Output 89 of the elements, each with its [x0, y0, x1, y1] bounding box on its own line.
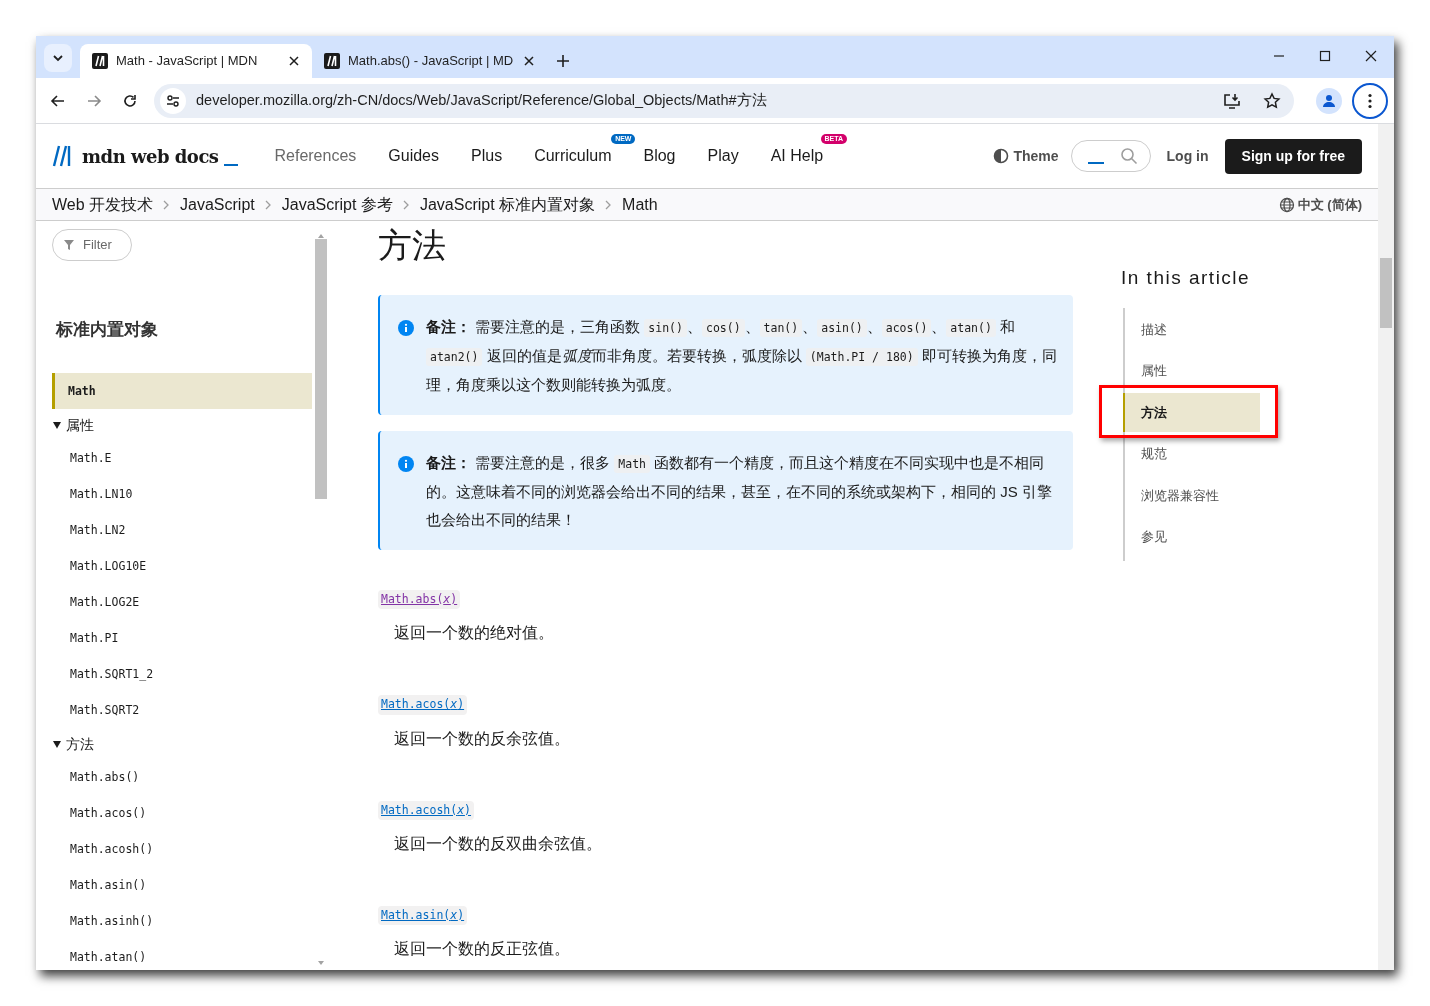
- site-info-button[interactable]: [160, 87, 186, 114]
- toc-link[interactable]: 规范: [1123, 434, 1260, 474]
- monitor-download-icon: [1223, 91, 1241, 110]
- tab-search-button[interactable]: [44, 44, 72, 72]
- chevron-right-icon: [264, 199, 272, 210]
- cursor-mark-icon: [224, 164, 239, 166]
- favicon-icon: [324, 53, 340, 69]
- sidebar-group-toggle[interactable]: 属性: [52, 414, 94, 436]
- sidebar-item[interactable]: Math.LN10: [52, 475, 312, 512]
- sidebar-group-toggle[interactable]: 方法: [52, 733, 94, 755]
- reload-icon: [122, 92, 138, 109]
- toc-link[interactable]: 方法: [1123, 392, 1260, 433]
- info-icon: [398, 456, 414, 472]
- chevron-right-icon: [402, 199, 410, 210]
- toc-link[interactable]: 浏览器兼容性: [1123, 475, 1260, 516]
- nav-link[interactable]: References: [274, 147, 357, 164]
- sidebar-title: 标准内置对象: [56, 319, 159, 341]
- note-text: 备注： 需要注意的是，很多 Math 函数都有一个精度，而且这个精度在不同实现中也是不相同的。这意味着不同的浏览器会给出不同的结果，甚至，在不同的系统或架构下，相同的 JS 引擎也会给出不同的结果！: [426, 453, 1053, 530]
- filter-icon: [63, 239, 75, 251]
- filter-field[interactable]: Filter: [81, 234, 121, 256]
- search-icon: [1119, 147, 1138, 165]
- nav-link[interactable]: Blog: [643, 147, 676, 164]
- sidebar-item[interactable]: Math: [52, 372, 312, 409]
- globe-icon: [1278, 196, 1295, 213]
- sliders-icon: [166, 93, 180, 108]
- chevron-right-icon: [163, 199, 171, 210]
- sidebar-item[interactable]: Math.PI: [52, 619, 312, 656]
- person-icon: [1321, 92, 1337, 109]
- toc-link[interactable]: 描述: [1123, 309, 1260, 350]
- method-description: 返回一个数的反正弦值。: [394, 939, 571, 959]
- browser-tab[interactable]: Math.abs() - JavaScript | MD: [312, 44, 548, 78]
- nav-link[interactable]: Guides: [388, 147, 439, 164]
- address-bar[interactable]: developer.mozilla.org/zh-CN/docs/Web/JavaScript/Reference/Global_Objects/Math#方法: [154, 83, 1294, 118]
- sidebar-item[interactable]: Math.LOG10E: [52, 547, 312, 584]
- login-link[interactable]: Log in: [1166, 145, 1209, 167]
- nav-link[interactable]: Play: [707, 147, 739, 164]
- sidebar-item[interactable]: Math.SQRT1_2: [52, 655, 312, 692]
- logo-text: mdn web docs: [82, 144, 219, 169]
- method-link[interactable]: Math.acosh(x): [378, 800, 475, 820]
- nav-link[interactable]: Plus: [471, 147, 503, 164]
- sidebar-item[interactable]: Math.abs(): [52, 758, 312, 795]
- toc-link[interactable]: 属性: [1123, 351, 1260, 391]
- sidebar-item[interactable]: Math.LN2: [52, 511, 312, 548]
- breadcrumb-link[interactable]: Math: [622, 192, 658, 217]
- sidebar-item[interactable]: Math.acosh(): [52, 830, 312, 867]
- sidebar-item[interactable]: Math.asin(): [52, 866, 312, 903]
- kebab-menu-icon: [1368, 92, 1372, 109]
- favicon-icon: [92, 53, 108, 69]
- breadcrumb-link[interactable]: JavaScript 标准内置对象: [419, 192, 596, 217]
- sidebar-item[interactable]: Math.E: [52, 439, 312, 476]
- contrast-icon: [993, 148, 1010, 164]
- toc-title: In this article: [1121, 267, 1252, 290]
- sidebar-item[interactable]: Math.SQRT2: [52, 691, 312, 728]
- method-link[interactable]: Math.asin(x): [378, 905, 468, 925]
- language-button[interactable]: 中文 (简体): [1278, 194, 1362, 215]
- profile-button[interactable]: [1316, 87, 1342, 114]
- toc-link[interactable]: 参见: [1123, 517, 1260, 557]
- star-icon: [1263, 91, 1281, 110]
- nav-link[interactable]: AI Help: [770, 147, 824, 164]
- signup-button[interactable]: Sign up for free: [1224, 138, 1362, 174]
- section-heading: 方法: [378, 225, 447, 266]
- arrow-left-icon: [50, 92, 66, 109]
- method-description: 返回一个数的绝对值。: [394, 623, 555, 644]
- method-link[interactable]: Math.abs(x): [378, 590, 461, 610]
- maximize-icon: [1319, 50, 1331, 62]
- browser-tab[interactable]: Math - JavaScript | MDN: [80, 44, 312, 78]
- info-icon: [398, 320, 414, 336]
- scrollbar-thumb[interactable]: [315, 239, 327, 499]
- method-description: 返回一个数的反余弦值。: [394, 728, 571, 749]
- close-icon: [1365, 50, 1377, 62]
- sidebar-item[interactable]: Math.LOG2E: [52, 583, 312, 620]
- arrow-right-icon: [86, 92, 102, 109]
- nav-link[interactable]: Curriculum: [534, 147, 612, 164]
- scrollbar-thumb[interactable]: [1380, 258, 1392, 328]
- sidebar-item[interactable]: Math.acos(): [52, 794, 312, 831]
- method-description: 返回一个数的反双曲余弦值。: [394, 833, 603, 854]
- chevron-right-icon: [605, 199, 613, 210]
- theme-button[interactable]: Theme: [993, 145, 1059, 167]
- sidebar-item[interactable]: Math.atan(): [52, 938, 312, 970]
- method-link[interactable]: Math.acos(x): [378, 695, 468, 715]
- sidebar-item[interactable]: Math.asinh(): [52, 902, 312, 939]
- breadcrumb-link[interactable]: JavaScript 参考: [281, 192, 393, 217]
- chevron-down-icon: [52, 52, 64, 64]
- note-text: 备注： 需要注意的是，三角函数 sin() 、 cos() 、 tan() 、 asin() 、 acos() 、 atan() 和 atan2() 返回的值是弧度而非角度。若要转换，弧度除以 (Math.PI / 180) 即可转换为角度，同理，角度乘以这个数则能转换为弧度。: [426, 317, 1057, 395]
- menu-button[interactable]: [1352, 82, 1388, 119]
- plus-icon: [556, 54, 571, 68]
- url-field[interactable]: developer.mozilla.org/zh-CN/docs/Web/JavaScript/Reference/Global_Objects/Math#方法: [194, 88, 1208, 113]
- breadcrumb-link[interactable]: Web 开发技术: [52, 192, 154, 217]
- breadcrumb-link[interactable]: JavaScript: [180, 192, 255, 217]
